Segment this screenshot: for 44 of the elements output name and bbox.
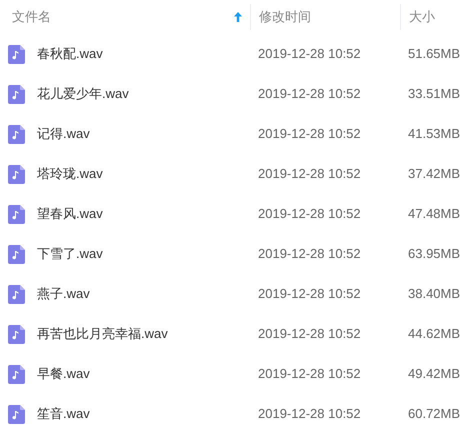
audio-file-icon (8, 404, 25, 424)
file-name[interactable]: 燕子.wav (37, 284, 90, 304)
column-header[interactable]: 修改时间 (259, 7, 311, 27)
audio-file-icon (8, 324, 25, 344)
file-size: 60.72MB (408, 406, 460, 422)
modified-time: 2019-12-28 10:52 (258, 286, 361, 302)
audio-file-icon (8, 124, 25, 144)
file-size: 38.40MB (408, 286, 460, 302)
file-name[interactable]: 再苦也比月亮幸福.wav (37, 324, 168, 344)
audio-file-icon (8, 364, 25, 384)
column-header[interactable]: 大小 (409, 7, 435, 27)
modified-time: 2019-12-28 10:52 (258, 86, 361, 102)
audio-file-icon (8, 244, 25, 264)
modified-time: 2019-12-28 10:52 (258, 206, 361, 222)
audio-file-icon (8, 204, 25, 224)
audio-file-icon (8, 84, 25, 104)
file-name[interactable]: 下雪了.wav (37, 244, 103, 264)
modified-time: 2019-12-28 10:52 (258, 406, 361, 422)
modified-time: 2019-12-28 10:52 (258, 46, 361, 62)
modified-time: 2019-12-28 10:52 (258, 326, 361, 342)
file-size: 44.62MB (408, 326, 460, 342)
modified-time: 2019-12-28 10:52 (258, 166, 361, 182)
sort-arrow-icon (234, 12, 242, 22)
modified-time: 2019-12-28 10:52 (258, 246, 361, 262)
file-size: 51.65MB (408, 46, 460, 62)
modified-time: 2019-12-28 10:52 (258, 126, 361, 142)
file-name[interactable]: 花儿爱少年.wav (37, 84, 129, 104)
file-name[interactable]: 春秋配.wav (37, 44, 103, 64)
file-size: 37.42MB (408, 166, 460, 182)
file-name[interactable]: 早餐.wav (37, 364, 90, 384)
file-name[interactable]: 望春风.wav (37, 204, 103, 224)
file-size: 63.95MB (408, 246, 460, 262)
file-name[interactable]: 记得.wav (37, 124, 90, 144)
audio-file-icon (8, 44, 25, 64)
file-name[interactable]: 塔玲珑.wav (37, 164, 103, 184)
column-header[interactable]: 文件名 (12, 7, 51, 27)
file-size: 41.53MB (408, 126, 460, 142)
file-size: 33.51MB (408, 86, 460, 102)
modified-time: 2019-12-28 10:52 (258, 366, 361, 382)
file-size: 49.42MB (408, 366, 460, 382)
file-name[interactable]: 笙音.wav (37, 404, 90, 424)
file-size: 47.48MB (408, 206, 460, 222)
audio-file-icon (8, 164, 25, 184)
audio-file-icon (8, 284, 25, 304)
